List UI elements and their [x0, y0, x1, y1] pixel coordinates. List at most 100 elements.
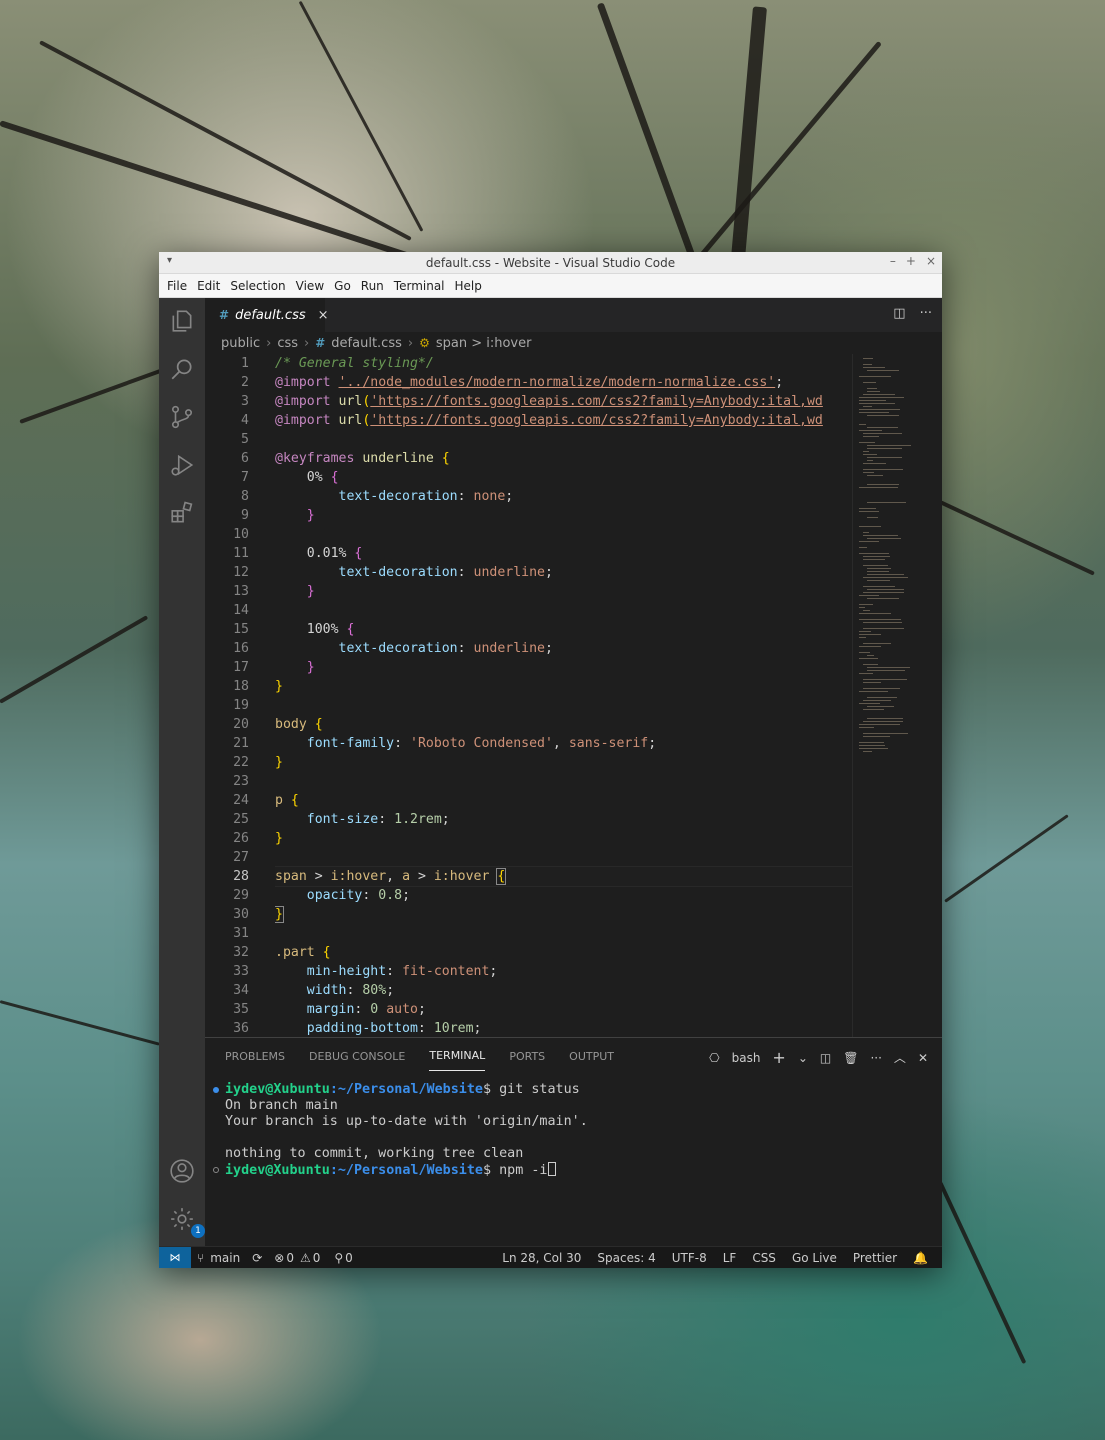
line-number: 27: [233, 850, 249, 865]
status-prettier[interactable]: Prettier: [847, 1251, 903, 1265]
more-actions-icon[interactable]: ···: [920, 306, 932, 321]
tab-ports[interactable]: PORTS: [509, 1042, 545, 1071]
status-spaces[interactable]: Spaces: 4: [591, 1251, 661, 1265]
minimap[interactable]: [852, 354, 932, 1037]
status-warnings[interactable]: 0: [313, 1251, 321, 1265]
minimap-line: [859, 691, 888, 692]
status-errors[interactable]: 0: [286, 1251, 294, 1265]
chevron-down-icon[interactable]: ⌄: [798, 1051, 808, 1065]
new-terminal-icon[interactable]: +: [772, 1048, 785, 1067]
split-terminal-icon[interactable]: ◫: [820, 1051, 831, 1065]
remote-icon[interactable]: ⋈: [159, 1246, 191, 1268]
account-icon[interactable]: [169, 1158, 195, 1184]
explorer-icon[interactable]: [169, 308, 195, 334]
status-encoding[interactable]: UTF-8: [666, 1251, 713, 1265]
minimap-line: [867, 475, 883, 476]
minimap-line: [867, 460, 873, 461]
minimap-line: [863, 664, 878, 665]
code-line: }: [275, 831, 283, 846]
menu-help[interactable]: Help: [451, 279, 488, 293]
minimap-line: [867, 718, 903, 719]
minimap-line: [863, 622, 902, 623]
line-number: 16: [233, 641, 249, 656]
menu-view[interactable]: View: [292, 279, 330, 293]
bell-icon[interactable]: 🔔: [907, 1251, 934, 1265]
breadcrumb-public[interactable]: public: [221, 336, 260, 351]
more-actions-icon[interactable]: ···: [870, 1051, 881, 1065]
minimap-line: [863, 592, 904, 593]
maximize-button[interactable]: +: [906, 254, 916, 268]
editor-scrollbar[interactable]: [932, 354, 942, 1037]
minimap-line: [863, 367, 885, 368]
minimap-line: [863, 463, 886, 464]
window-title: default.css - Website - Visual Studio Co…: [425, 255, 676, 270]
minimap-line: [863, 688, 900, 689]
line-number: 14: [233, 603, 249, 618]
line-number: 23: [233, 774, 249, 789]
breadcrumb-symbol[interactable]: span > i:hover: [436, 336, 532, 351]
tab-debug-console[interactable]: DEBUG CONSOLE: [309, 1042, 405, 1071]
breadcrumb: public › css › # default.css › ⚙ span > …: [205, 332, 942, 354]
terminal-line: iydev@Xubuntu:~/Personal/Website$ npm -i: [213, 1162, 934, 1178]
minimize-button[interactable]: –: [890, 254, 896, 268]
maximize-panel-icon[interactable]: ︿: [894, 1049, 906, 1066]
code-line: @import '../node_modules/modern-normaliz…: [275, 375, 784, 390]
extensions-icon[interactable]: [169, 500, 195, 526]
source-control-icon[interactable]: [169, 404, 195, 430]
chevron-right-icon: ›: [266, 335, 272, 351]
breadcrumb-file[interactable]: default.css: [331, 336, 402, 351]
terminal[interactable]: iydev@Xubuntu:~/Personal/Website$ git st…: [205, 1074, 942, 1178]
menu-go[interactable]: Go: [330, 279, 357, 293]
minimap-line: [863, 358, 873, 359]
status-golive[interactable]: Go Live: [786, 1251, 843, 1265]
menu-terminal[interactable]: Terminal: [390, 279, 451, 293]
minimap-line: [863, 406, 872, 407]
minimap-line: [867, 697, 897, 698]
symbol-icon: ⚙: [419, 336, 430, 350]
manage-gear-icon[interactable]: 1: [169, 1206, 205, 1238]
status-eol[interactable]: LF: [717, 1251, 743, 1265]
sync-icon[interactable]: ⟳: [246, 1251, 268, 1265]
terminal-shell-label[interactable]: bash: [732, 1051, 761, 1065]
minimap-line: [863, 556, 890, 557]
minimap-line: [863, 472, 874, 473]
menu-edit[interactable]: Edit: [193, 279, 226, 293]
line-number: 17: [233, 660, 249, 675]
code-area[interactable]: /* General styling*/ @import '../node_mo…: [275, 354, 852, 1037]
css-file-icon: #: [219, 308, 230, 322]
split-editor-icon[interactable]: ◫: [893, 306, 905, 321]
tab-terminal[interactable]: TERMINAL: [429, 1041, 486, 1071]
chevron-right-icon: ›: [304, 335, 310, 351]
minimap-line: [859, 547, 867, 548]
line-number: 3: [241, 394, 249, 409]
trash-icon[interactable]: 🗑: [843, 1051, 858, 1065]
minimap-line: [863, 394, 895, 395]
breadcrumb-css[interactable]: css: [277, 336, 298, 351]
minimap-line: [867, 667, 910, 668]
status-position[interactable]: Ln 28, Col 30: [496, 1251, 587, 1265]
code-line: text-decoration: underline;: [338, 641, 553, 656]
tab-default-css[interactable]: # default.css ×: [205, 298, 329, 332]
tab-output[interactable]: OUTPUT: [569, 1042, 614, 1071]
line-number: 29: [233, 888, 249, 903]
close-tab-icon[interactable]: ×: [318, 308, 329, 323]
minimap-line: [859, 619, 901, 620]
window-menu-icon[interactable]: ▾: [167, 255, 172, 266]
status-branch[interactable]: main: [210, 1251, 246, 1265]
menu-selection[interactable]: Selection: [226, 279, 291, 293]
close-panel-icon[interactable]: ✕: [918, 1051, 928, 1065]
menu-file[interactable]: File: [163, 279, 193, 293]
menu-run[interactable]: Run: [357, 279, 390, 293]
code-editor[interactable]: 1 2 3 4 5 6 7 8 9 10 11 12 13 14 15 16 17 18 19 20 21 22 23 24 2…: [205, 354, 942, 1037]
tab-problems[interactable]: PROBLEMS: [225, 1042, 285, 1071]
status-language[interactable]: CSS: [746, 1251, 782, 1265]
run-debug-icon[interactable]: [169, 452, 195, 478]
terminal-line: iydev@Xubuntu:~/Personal/Website$ git st…: [213, 1082, 934, 1098]
status-ports[interactable]: 0: [345, 1251, 353, 1265]
close-window-button[interactable]: ×: [926, 254, 936, 268]
search-icon[interactable]: [169, 356, 195, 382]
minimap-line: [863, 535, 898, 536]
